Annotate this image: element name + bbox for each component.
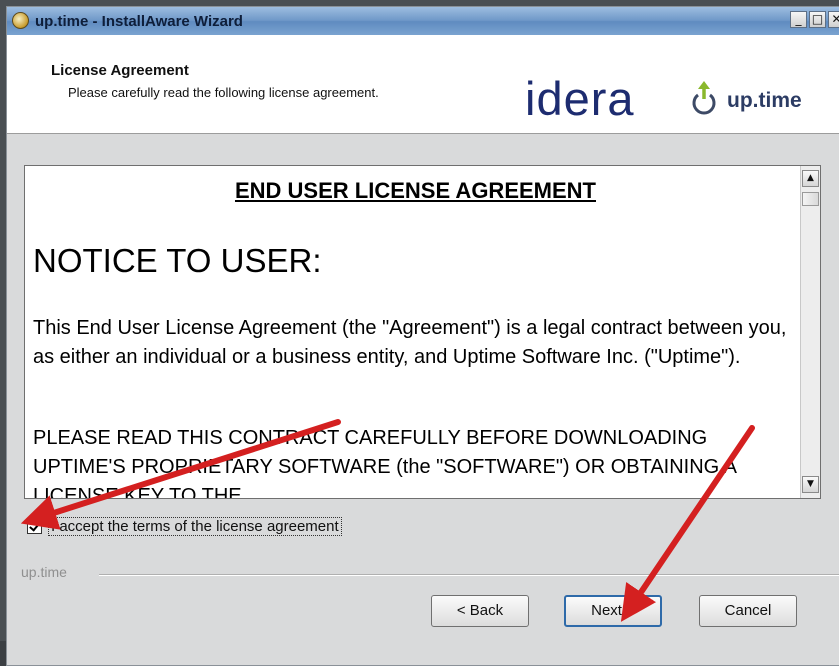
- power-icon: [692, 81, 716, 115]
- license-paragraph-1: This End User License Agreement (the "Ag…: [33, 317, 787, 368]
- back-button[interactable]: < Back: [431, 595, 529, 627]
- minimize-button[interactable]: _: [790, 11, 807, 28]
- accept-terms-row[interactable]: I accept the terms of the license agreem…: [27, 517, 342, 536]
- license-text-area[interactable]: END USER LICENSE AGREEMENT NOTICE TO USE…: [24, 165, 821, 499]
- title-bar[interactable]: up.time - InstallAware Wizard _ □ ✕: [7, 7, 839, 35]
- scroll-down-arrow-icon[interactable]: ▼: [802, 476, 819, 493]
- window-title: up.time - InstallAware Wizard: [35, 13, 243, 30]
- notice-heading: NOTICE TO USER:: [33, 242, 322, 279]
- accept-terms-checkbox[interactable]: [27, 519, 42, 534]
- logo-product-text: up.time: [727, 89, 802, 112]
- eula-heading: END USER LICENSE AGREEMENT: [234, 178, 596, 203]
- group-label: up.time: [21, 564, 67, 580]
- cancel-button[interactable]: Cancel: [699, 595, 797, 627]
- installer-window: up.time - InstallAware Wizard _ □ ✕ Lice…: [6, 6, 839, 666]
- page-subtitle: Please carefully read the following lice…: [68, 85, 379, 100]
- accept-terms-label[interactable]: I accept the terms of the license agreem…: [48, 517, 342, 536]
- close-button[interactable]: ✕: [828, 11, 839, 28]
- page-title: License Agreement: [51, 62, 189, 79]
- window-controls: _ □ ✕: [790, 11, 839, 28]
- group-divider: [99, 574, 839, 576]
- scroll-up-arrow-icon[interactable]: ▲: [802, 170, 819, 187]
- app-icon: [12, 12, 29, 29]
- wizard-header: License Agreement Please carefully read …: [7, 35, 839, 134]
- vertical-scrollbar[interactable]: ▲ ▼: [800, 166, 820, 498]
- maximize-button[interactable]: □: [809, 11, 826, 28]
- license-paragraph-2: PLEASE READ THIS CONTRACT CAREFULLY BEFO…: [33, 427, 736, 499]
- next-button[interactable]: Next >: [564, 595, 662, 627]
- logo-brand-text: idera: [525, 72, 635, 125]
- scroll-thumb[interactable]: [802, 192, 819, 206]
